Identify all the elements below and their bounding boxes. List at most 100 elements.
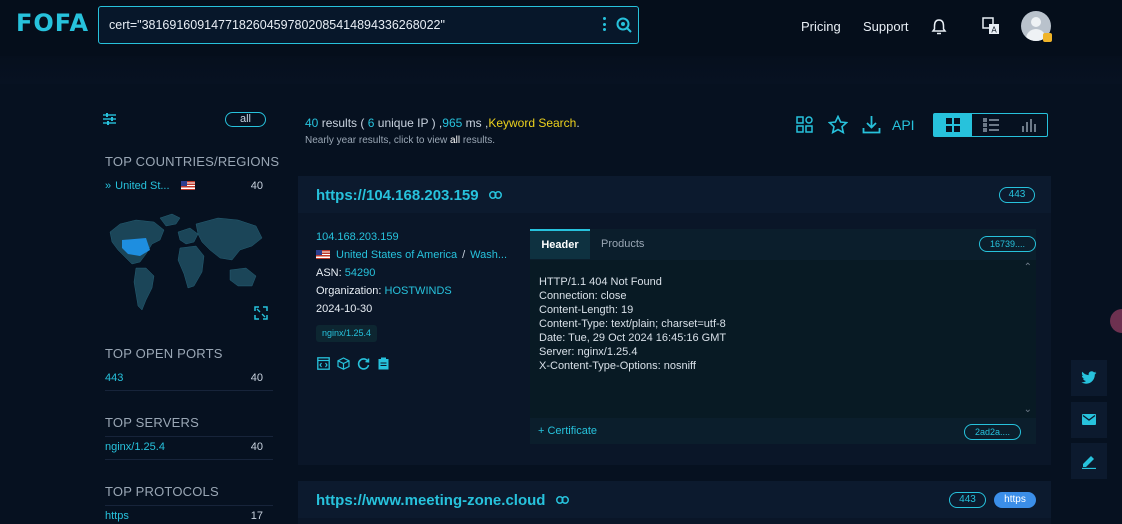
top-ports-title: TOP OPEN PORTS: [105, 346, 223, 361]
unique-ip-count: 6: [367, 116, 375, 130]
download-icon[interactable]: [862, 115, 881, 134]
server-tag[interactable]: nginx/1.25.4: [316, 325, 378, 342]
svg-text:A: A: [991, 26, 997, 35]
translate-icon[interactable]: A: [982, 17, 1000, 35]
port-count: 40: [250, 372, 263, 384]
expand-icon[interactable]: [254, 306, 268, 320]
header-line: Content-Type: text/plain; charset=utf-8: [539, 318, 726, 330]
divider: [105, 390, 273, 391]
protocol-row[interactable]: https 17: [105, 510, 263, 522]
header-line: Date: Tue, 29 Oct 2024 16:45:16 GMT: [539, 332, 727, 344]
header-content: ⌃ HTTP/1.1 404 Not Found Connection: clo…: [530, 260, 1036, 418]
nav-pricing-link[interactable]: Pricing: [801, 19, 841, 34]
unique-ip-label: unique IP ) ,: [377, 116, 443, 130]
query-time: 965: [442, 116, 463, 130]
refresh-icon[interactable]: [357, 357, 370, 370]
result-location: United States of America / Wash...: [316, 249, 507, 261]
search-icon[interactable]: [615, 16, 633, 34]
city-link[interactable]: Wash...: [470, 249, 507, 261]
grid-view-icon: [946, 118, 960, 132]
search-input[interactable]: [109, 16, 589, 34]
protocol-label: https: [105, 510, 129, 522]
result-host-link[interactable]: https://104.168.203.159: [316, 187, 479, 204]
link-icon[interactable]: [556, 496, 569, 504]
view-toggle: [933, 113, 1048, 137]
share-icon[interactable]: [796, 116, 814, 134]
fofa-logo[interactable]: FOFA: [16, 9, 89, 37]
nav-support-link[interactable]: Support: [863, 19, 909, 34]
list-view-button[interactable]: [972, 114, 1010, 136]
organization-link[interactable]: HOSTWINDS: [385, 285, 452, 297]
world-map: [109, 213, 263, 311]
top-countries-title: TOP COUNTRIES/REGIONS: [105, 154, 280, 169]
vip-badge-icon: [1043, 33, 1052, 42]
results-word: results (: [321, 116, 365, 130]
api-link[interactable]: API: [892, 117, 915, 133]
chevron-up-icon[interactable]: ⌃: [1024, 262, 1032, 273]
period: .: [576, 116, 580, 130]
port-pill[interactable]: 443: [999, 187, 1035, 203]
divider: [105, 505, 273, 506]
port-row[interactable]: 443 40: [105, 372, 263, 384]
asn-link[interactable]: 54290: [345, 267, 376, 279]
us-flag-icon: [316, 250, 330, 259]
link-icon[interactable]: [489, 191, 502, 199]
filter-all-pill[interactable]: all: [225, 112, 266, 127]
location-separator: /: [462, 249, 466, 261]
twitter-button[interactable]: [1071, 360, 1107, 396]
code-icon[interactable]: [317, 357, 330, 370]
organization-row: Organization: HOSTWINDS: [316, 285, 452, 297]
result-card-header: https://www.meeting-zone.cloud 443 https: [298, 481, 1051, 518]
search-box: [98, 6, 639, 44]
result-card: https://www.meeting-zone.cloud 443 https: [298, 481, 1051, 524]
twitter-icon: [1081, 371, 1097, 384]
us-flag-icon: [180, 181, 195, 190]
clipboard-icon[interactable]: [378, 357, 389, 370]
subtitle-text: results.: [462, 135, 496, 146]
header-line: Content-Length: 19: [539, 304, 634, 316]
port-pill[interactable]: 443: [949, 492, 986, 508]
floating-circle-button[interactable]: [1110, 309, 1122, 333]
top-protocols-title: TOP PROTOCOLS: [105, 484, 219, 499]
header-line: Server: nginx/1.25.4: [539, 346, 638, 358]
result-date: 2024-10-30: [316, 303, 373, 315]
country-label: United St...: [115, 180, 170, 192]
result-host-link[interactable]: https://www.meeting-zone.cloud: [316, 492, 545, 509]
mail-button[interactable]: [1071, 402, 1107, 438]
view-all-link[interactable]: all: [450, 135, 460, 146]
detail-panel: Header Products 16739.... ⌃ HTTP/1.1 404…: [530, 229, 1036, 444]
header-hash-pill[interactable]: 16739....: [979, 236, 1036, 252]
star-icon[interactable]: [828, 115, 848, 135]
server-row[interactable]: nginx/1.25.4 40: [105, 441, 263, 453]
results-summary: 40 results ( 6 unique IP ) ,965 ms ,Keyw…: [305, 116, 580, 130]
query-time-label: ms ,: [465, 116, 489, 130]
more-options-icon[interactable]: [601, 16, 607, 34]
certificate-hash-pill[interactable]: 2ad2a....: [964, 424, 1021, 440]
subtitle-text: Nearly year results, click to view: [305, 135, 448, 146]
protocol-pill[interactable]: https: [994, 492, 1036, 508]
result-ip[interactable]: 104.168.203.159: [316, 231, 399, 243]
top-servers-title: TOP SERVERS: [105, 415, 199, 430]
country-row[interactable]: » United St... 40: [105, 180, 263, 192]
protocol-count: 17: [250, 510, 263, 522]
chevron-right-icon: »: [105, 180, 112, 192]
divider: [105, 459, 273, 460]
mail-icon: [1082, 414, 1096, 425]
grid-view-button[interactable]: [934, 114, 972, 136]
list-view-icon: [983, 118, 999, 132]
tab-header[interactable]: Header: [530, 229, 590, 259]
chevron-down-icon[interactable]: ⌄: [1024, 404, 1032, 415]
divider: [105, 436, 273, 437]
chart-view-button[interactable]: [1010, 114, 1048, 136]
chart-view-icon: [1022, 119, 1036, 132]
country-link[interactable]: United States of America: [336, 249, 457, 261]
bell-icon[interactable]: [931, 18, 947, 36]
certificate-toggle[interactable]: + Certificate: [538, 425, 597, 437]
header-line: X-Content-Type-Options: nosniff: [539, 360, 696, 372]
filter-icon[interactable]: [103, 113, 116, 125]
tab-products[interactable]: Products: [601, 238, 644, 250]
feedback-button[interactable]: [1071, 443, 1107, 479]
header-band: [0, 56, 1122, 84]
keyword-search-link[interactable]: Keyword Search: [488, 116, 576, 130]
cube-icon[interactable]: [337, 357, 350, 370]
